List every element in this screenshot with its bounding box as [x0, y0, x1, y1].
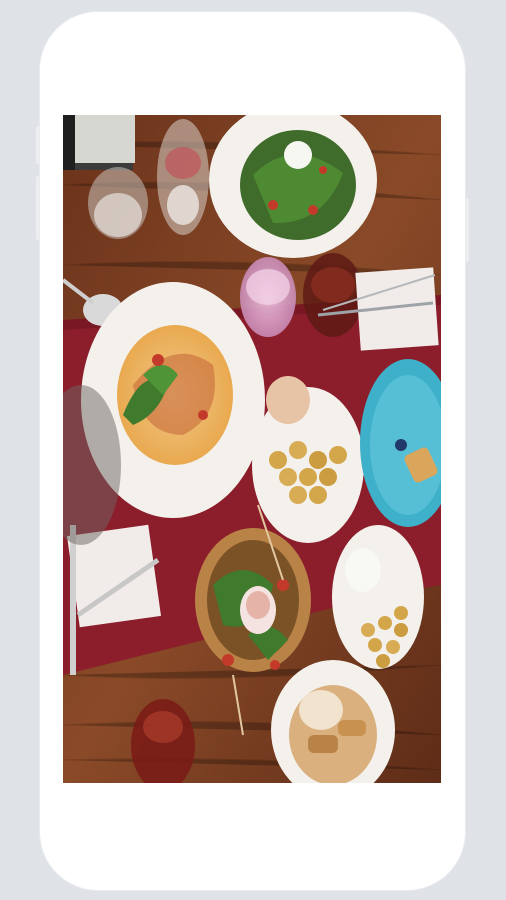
food-photo [63, 115, 441, 783]
water-glass-2 [157, 119, 209, 235]
phone-side-button-right [465, 198, 469, 262]
food-photo-screen [63, 115, 441, 783]
water-glass [88, 167, 148, 239]
pink-drink-glass [240, 257, 296, 337]
red-drink-glass [303, 253, 363, 337]
small-potato-plate [332, 525, 424, 669]
app-screenshot [0, 0, 506, 900]
